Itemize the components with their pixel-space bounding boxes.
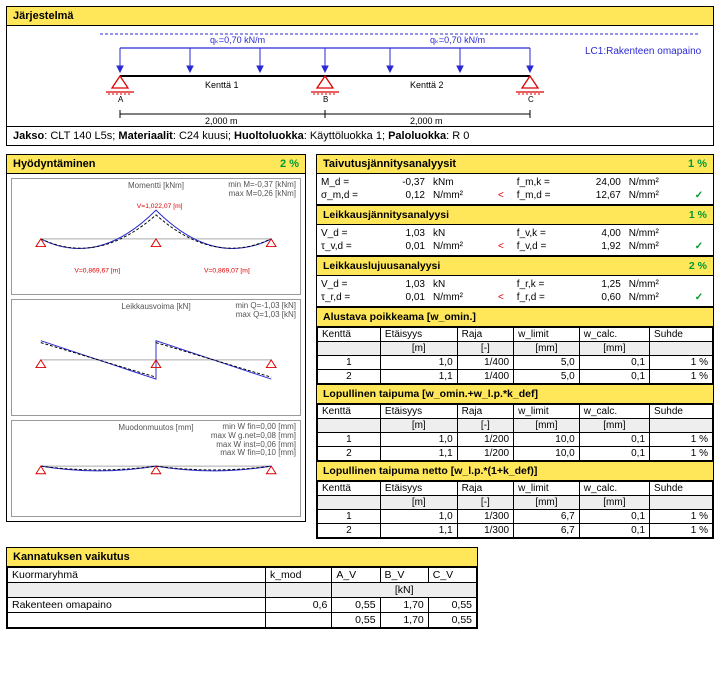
def1-title: Alustava poikkeama [w_omin.] — [323, 311, 476, 323]
svg-text:qₖ=0,70 kN/m: qₖ=0,70 kN/m — [210, 35, 265, 45]
shear-values: V_d =1,03kN f_v,k =4,00N/mm² τ_v,d =0,01… — [317, 227, 713, 253]
def3-title: Lopullinen taipuma netto [w_l.p.*(1+k_de… — [323, 465, 537, 477]
support-title: Kannatuksen vaikutus — [13, 551, 130, 563]
svg-text:A: A — [118, 95, 124, 104]
util-title: Hyödyntäminen — [13, 158, 96, 170]
system-title: Järjestelmä — [13, 10, 74, 22]
shear-title: Leikkausjännitysanalyysi — [323, 209, 449, 221]
svg-text:2,000 m: 2,000 m — [410, 116, 443, 126]
svg-text:Kenttä 2: Kenttä 2 — [410, 80, 444, 90]
bending-values: M_d =-0,37kNm f_m,k =24,00N/mm² σ_m,d =0… — [317, 176, 713, 202]
def2-title: Lopullinen taipuma [w_omin.+w_l.p.*k_def… — [323, 388, 538, 400]
def1-table: KenttäEtäisyys Rajaw_limit w_calc.Suhde … — [317, 327, 713, 384]
bending-pct: 1 % — [688, 158, 707, 170]
svg-text:B: B — [323, 95, 328, 104]
bending-title: Taivutusjännitysanalyysit — [323, 158, 456, 170]
system-diagram: qₖ=0,70 kN/m qₖ=0,70 kN/m A B C Kenttä 1… — [7, 26, 713, 126]
svg-text:2,000 m: 2,000 m — [205, 116, 238, 126]
util-pct: 2 % — [280, 158, 299, 170]
utilization-panel: Hyödyntäminen 2 % Momentti [kNm] min M=-… — [6, 154, 306, 522]
roll-title: Leikkauslujuusanalyysi — [323, 260, 440, 272]
shear-pct: 1 % — [689, 209, 707, 221]
support-table: Kuormaryhmä k_mod A_V B_V C_V [kN] Raken… — [7, 567, 477, 628]
svg-text:V=0,869,67 [m]: V=0,869,67 [m] — [74, 268, 120, 275]
roll-pct: 2 % — [689, 260, 707, 272]
def2-table: KenttäEtäisyys Rajaw_limit w_calc.Suhde … — [317, 404, 713, 461]
roll-values: V_d =1,03kN f_r,k =1,25N/mm² τ_r,d =0,01… — [317, 278, 713, 304]
jakso-line: Jakso: CLT 140 L5s; Materiaalit: C24 kuu… — [7, 126, 713, 145]
deflection-diagram: Muodonmuutos [mm] min W fin=0,00 [mm]max… — [11, 420, 301, 517]
def3-table: KenttäEtäisyys Rajaw_limit w_calc.Suhde … — [317, 481, 713, 538]
svg-text:LC1:Rakenteen omapaino: LC1:Rakenteen omapaino — [585, 46, 702, 57]
svg-text:qₖ=0,70 kN/m: qₖ=0,70 kN/m — [430, 35, 485, 45]
shear-diagram: Leikkausvoima [kN] min Q=-1,03 [kN]max Q… — [11, 299, 301, 416]
support-panel: Kannatuksen vaikutus Kuormaryhmä k_mod A… — [6, 547, 478, 629]
system-panel: Järjestelmä qₖ=0,70 kN/m qₖ=0,70 kN/m — [6, 6, 714, 146]
moment-diagram: Momentti [kNm] min M=-0,37 [kNm]max M=0,… — [11, 178, 301, 295]
svg-text:V=1,022,07 [m]: V=1,022,07 [m] — [137, 203, 183, 210]
svg-text:Kenttä 1: Kenttä 1 — [205, 80, 239, 90]
system-header: Järjestelmä — [7, 7, 713, 26]
svg-text:C: C — [528, 95, 534, 104]
svg-text:V=0,869,07 [m]: V=0,869,07 [m] — [204, 268, 250, 275]
analysis-panel: Taivutusjännitysanalyysit 1 % M_d =-0,37… — [316, 154, 714, 539]
